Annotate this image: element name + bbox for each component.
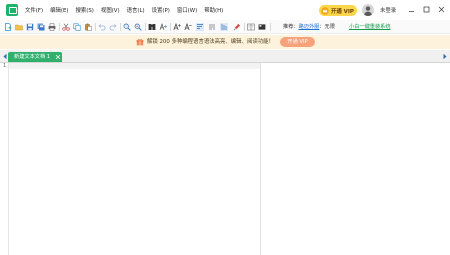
promo-banner: 解锁 200 多种编程语言语法高亮、编辑、阅读功能！ 开通 VIP	[0, 35, 450, 49]
maximize-button[interactable]	[422, 5, 431, 14]
vip-label: 开通 VIP	[331, 8, 354, 15]
menu-view[interactable]: 视图(V)	[101, 7, 120, 15]
menu-settings[interactable]: 设置(P)	[152, 7, 170, 15]
app-logo-icon	[6, 4, 18, 16]
current-line-highlight	[9, 63, 260, 69]
indent-guide-icon[interactable]	[220, 23, 228, 31]
user-icon	[363, 6, 373, 16]
open-folder-icon[interactable]	[15, 23, 23, 31]
vip-button[interactable]: 开通 VIP	[319, 5, 357, 16]
menu-bar: 文件(F) 编辑(E) 搜索(S) 视图(V) 语言(L) 设置(P) 窗口(W…	[25, 7, 230, 15]
redo-icon[interactable]	[109, 23, 117, 31]
maximize-icon	[423, 6, 430, 13]
close-window-button[interactable]	[437, 5, 446, 14]
font-increase-icon[interactable]	[173, 23, 181, 31]
toolbar-separator	[270, 23, 271, 31]
crown-icon	[321, 6, 329, 15]
pin-icon[interactable]	[233, 23, 241, 31]
find-icon[interactable]	[123, 23, 131, 31]
print-icon[interactable]	[48, 23, 56, 31]
line-number: 1	[3, 63, 7, 69]
menu-language[interactable]: 语言(L)	[127, 7, 145, 15]
tab-bar: 新建文本文档 1	[0, 50, 450, 63]
toolbar-separator	[120, 23, 121, 31]
new-file-icon[interactable]	[4, 23, 12, 31]
toolbar-separator	[170, 23, 171, 31]
copy-icon[interactable]	[73, 23, 81, 31]
minimize-icon	[409, 11, 414, 12]
recommend-link[interactable]: 路迈外服	[299, 24, 320, 30]
login-link[interactable]: 未登录	[380, 7, 396, 15]
title-bar: 文件(F) 编辑(E) 搜索(S) 视图(V) 语言(L) 设置(P) 窗口(W…	[0, 0, 450, 20]
undo-icon[interactable]	[98, 23, 106, 31]
split-view-icon[interactable]	[247, 23, 255, 31]
word-wrap-icon[interactable]	[196, 23, 204, 31]
gift-icon	[136, 38, 144, 46]
close-icon	[55, 54, 61, 60]
cut-icon[interactable]	[62, 23, 70, 31]
save-icon[interactable]	[26, 23, 34, 31]
bookmark-icon[interactable]	[148, 23, 156, 31]
banner-message: 解锁 200 多种编程语言语法高亮、编辑、阅读功能！	[147, 39, 274, 45]
replace-icon[interactable]	[134, 23, 142, 31]
toolbar-separator	[95, 23, 96, 31]
minimize-button[interactable]	[407, 5, 416, 14]
recommend-suffix: ：无限	[319, 24, 335, 30]
menu-file[interactable]: 文件(F)	[25, 7, 43, 15]
toolbar-separator	[244, 23, 245, 31]
menu-window[interactable]: 窗口(W)	[177, 7, 197, 15]
menu-edit[interactable]: 编辑(E)	[50, 7, 68, 15]
menu-help[interactable]: 帮助(H)	[204, 7, 223, 15]
chevron-right-icon	[443, 53, 447, 60]
line-number-gutter: 1	[0, 63, 9, 255]
close-icon	[438, 6, 445, 13]
promo-link[interactable]: 小白一键重装系统	[349, 24, 391, 31]
avatar[interactable]	[362, 4, 374, 16]
toolbar-separator	[59, 23, 60, 31]
preview-pane[interactable]	[261, 63, 450, 255]
save-all-icon[interactable]	[37, 23, 45, 31]
recommend-prefix: 推荐：	[283, 24, 299, 30]
toolbar-separator	[145, 23, 146, 31]
banner-vip-button[interactable]: 开通 VIP	[280, 37, 315, 47]
tab-close-button[interactable]	[55, 54, 61, 60]
menu-search[interactable]: 搜索(S)	[76, 7, 94, 15]
preview-icon[interactable]	[258, 23, 266, 31]
show-symbols-icon[interactable]	[208, 23, 216, 31]
tab-label: 新建文本文档 1	[14, 54, 51, 60]
tab-new-document[interactable]: 新建文本文档 1	[8, 52, 62, 62]
tab-scroll-right-button[interactable]	[442, 53, 448, 60]
font-decrease-icon[interactable]	[184, 23, 192, 31]
goto-icon[interactable]	[159, 23, 167, 31]
paste-icon[interactable]	[84, 23, 92, 31]
editor-area[interactable]: 1	[0, 63, 450, 255]
recommend-text: 推荐：路迈外服：无限	[283, 24, 335, 31]
